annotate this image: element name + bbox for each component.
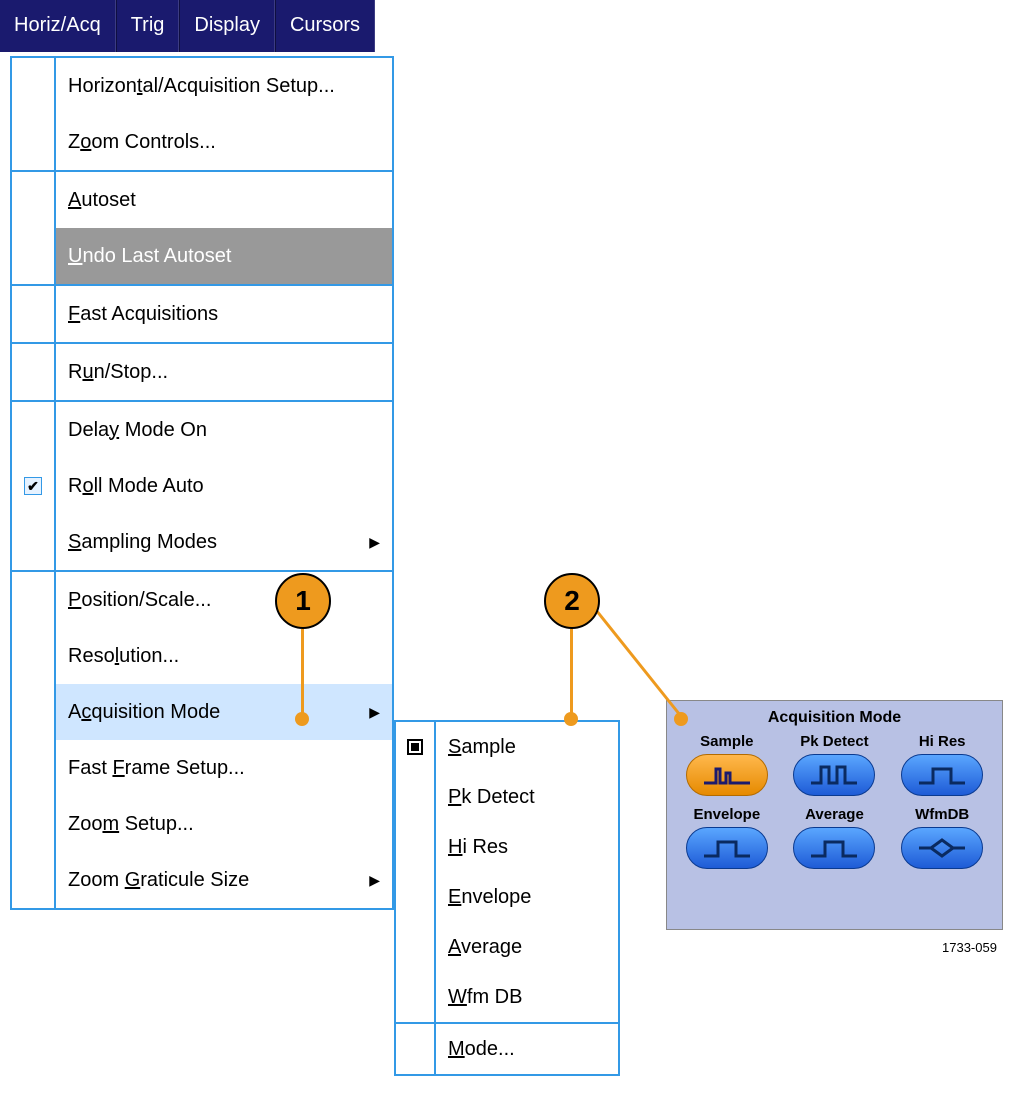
callout-2-dot-b <box>674 712 688 726</box>
menu-item-acquisition-mode[interactable]: Acquisition Mode ▶ <box>12 684 392 740</box>
menu-label: Sampling Modes <box>56 531 392 554</box>
menubar: Horiz/Acq Trig Display Cursors <box>0 0 375 52</box>
menu-label: Autoset <box>56 189 392 212</box>
menu-label: Undo Last Autoset <box>56 245 392 268</box>
menu-label: Acquisition Mode <box>56 701 392 724</box>
acq-button-envelope[interactable] <box>686 827 768 869</box>
sample-icon <box>702 763 752 787</box>
panel-title: Acquisition Mode <box>677 709 992 727</box>
menu-label: Position/Scale... <box>56 589 392 612</box>
radio-selected-icon <box>407 739 423 755</box>
menu-item-zoom-controls[interactable]: Zoom Controls... <box>12 114 392 170</box>
acq-label-hires: Hi Res <box>892 733 992 750</box>
menu-label: Sample <box>436 736 618 759</box>
acquisition-mode-panel: Acquisition Mode Sample Pk Detect Hi Res… <box>666 700 1003 930</box>
submenu-acquisition-mode: Sample Pk Detect Hi Res Envelope Average… <box>394 720 620 1076</box>
pkdetect-icon <box>809 763 859 787</box>
menu-label: Zoom Setup... <box>56 813 392 836</box>
callout-2: 2 <box>544 573 600 629</box>
menu-label: Zoom Controls... <box>56 131 392 154</box>
callout-1: 1 <box>275 573 331 629</box>
submenu-item-envelope[interactable]: Envelope <box>396 872 618 922</box>
submenu-arrow-icon: ▶ <box>369 872 380 889</box>
menu-label: Average <box>436 936 618 959</box>
menu-label: Wfm DB <box>436 986 618 1009</box>
menubar-item-display[interactable]: Display <box>179 0 275 52</box>
menu-item-roll-mode-auto[interactable]: ✔ Roll Mode Auto <box>12 458 392 514</box>
menu-item-horizontal-acquisition-setup[interactable]: Horizontal/Acquisition Setup... <box>12 58 392 114</box>
acq-label-wfmdb: WfmDB <box>892 806 992 823</box>
menu-item-delay-mode-on[interactable]: Delay Mode On <box>12 402 392 458</box>
submenu-item-pk-detect[interactable]: Pk Detect <box>396 772 618 822</box>
menu-item-resolution[interactable]: Resolution... <box>12 628 392 684</box>
submenu-item-wfm-db[interactable]: Wfm DB <box>396 972 618 1022</box>
wfmdb-icon <box>917 836 967 860</box>
menubar-item-cursors[interactable]: Cursors <box>275 0 375 52</box>
menubar-item-trig[interactable]: Trig <box>116 0 180 52</box>
acq-label-envelope: Envelope <box>677 806 777 823</box>
submenu-item-hi-res[interactable]: Hi Res <box>396 822 618 872</box>
menu-label: Fast Frame Setup... <box>56 757 392 780</box>
acq-button-pkdetect[interactable] <box>793 754 875 796</box>
callout-2-dot-a <box>564 712 578 726</box>
menu-label: Delay Mode On <box>56 419 392 442</box>
callout-1-dot <box>295 712 309 726</box>
acq-label-sample: Sample <box>677 733 777 750</box>
menu-item-zoom-graticule-size[interactable]: Zoom Graticule Size ▶ <box>12 852 392 908</box>
figure-reference: 1733-059 <box>942 940 997 955</box>
menu-label: Zoom Graticule Size <box>56 869 392 892</box>
acq-label-pkdetect: Pk Detect <box>785 733 885 750</box>
menu-label: Hi Res <box>436 836 618 859</box>
acq-button-average[interactable] <box>793 827 875 869</box>
acq-label-average: Average <box>785 806 885 823</box>
acq-button-sample[interactable] <box>686 754 768 796</box>
callout-number: 2 <box>564 585 580 617</box>
checkmark-icon: ✔ <box>24 477 42 495</box>
menu-item-fast-frame-setup[interactable]: Fast Frame Setup... <box>12 740 392 796</box>
average-icon <box>809 836 859 860</box>
acq-button-hires[interactable] <box>901 754 983 796</box>
callout-number: 1 <box>295 585 311 617</box>
menu-item-undo-last-autoset: Undo Last Autoset <box>12 228 392 284</box>
menu-item-autoset[interactable]: Autoset <box>12 172 392 228</box>
submenu-item-mode[interactable]: Mode... <box>396 1024 618 1074</box>
menubar-item-horiz-acq[interactable]: Horiz/Acq <box>0 0 116 52</box>
envelope-icon <box>702 836 752 860</box>
menu-item-sampling-modes[interactable]: Sampling Modes ▶ <box>12 514 392 570</box>
submenu-item-average[interactable]: Average <box>396 922 618 972</box>
submenu-arrow-icon: ▶ <box>369 704 380 721</box>
menu-label: Horizontal/Acquisition Setup... <box>56 75 392 98</box>
callout-1-line <box>301 629 304 715</box>
dropdown-horiz-acq: Horizontal/Acquisition Setup... Zoom Con… <box>10 56 394 910</box>
menu-label: Roll Mode Auto <box>56 475 392 498</box>
menu-label: Fast Acquisitions <box>56 303 392 326</box>
submenu-arrow-icon: ▶ <box>369 534 380 551</box>
menu-item-run-stop[interactable]: Run/Stop... <box>12 344 392 400</box>
menu-label: Run/Stop... <box>56 361 392 384</box>
acq-button-wfmdb[interactable] <box>901 827 983 869</box>
menu-item-zoom-setup[interactable]: Zoom Setup... <box>12 796 392 852</box>
menu-label: Resolution... <box>56 645 392 668</box>
menu-label: Pk Detect <box>436 786 618 809</box>
menu-label: Mode... <box>436 1038 618 1061</box>
menu-item-position-scale[interactable]: Position/Scale... <box>12 572 392 628</box>
menu-item-fast-acquisitions[interactable]: Fast Acquisitions <box>12 286 392 342</box>
menu-label: Envelope <box>436 886 618 909</box>
hires-icon <box>917 763 967 787</box>
